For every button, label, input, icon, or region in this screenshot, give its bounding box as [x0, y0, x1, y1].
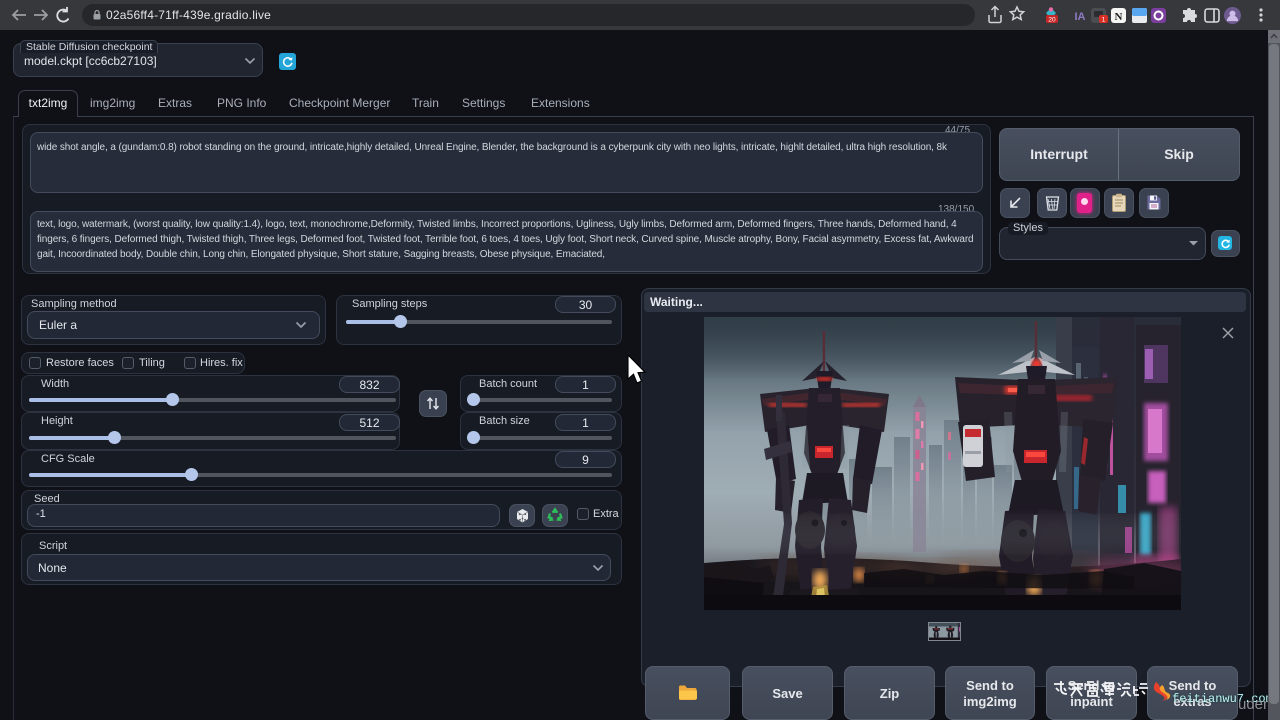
svg-text:IA: IA — [1075, 11, 1086, 23]
svg-text:20: 20 — [1048, 17, 1056, 24]
svg-text:1: 1 — [1102, 17, 1106, 24]
svg-text:N: N — [1115, 11, 1123, 23]
